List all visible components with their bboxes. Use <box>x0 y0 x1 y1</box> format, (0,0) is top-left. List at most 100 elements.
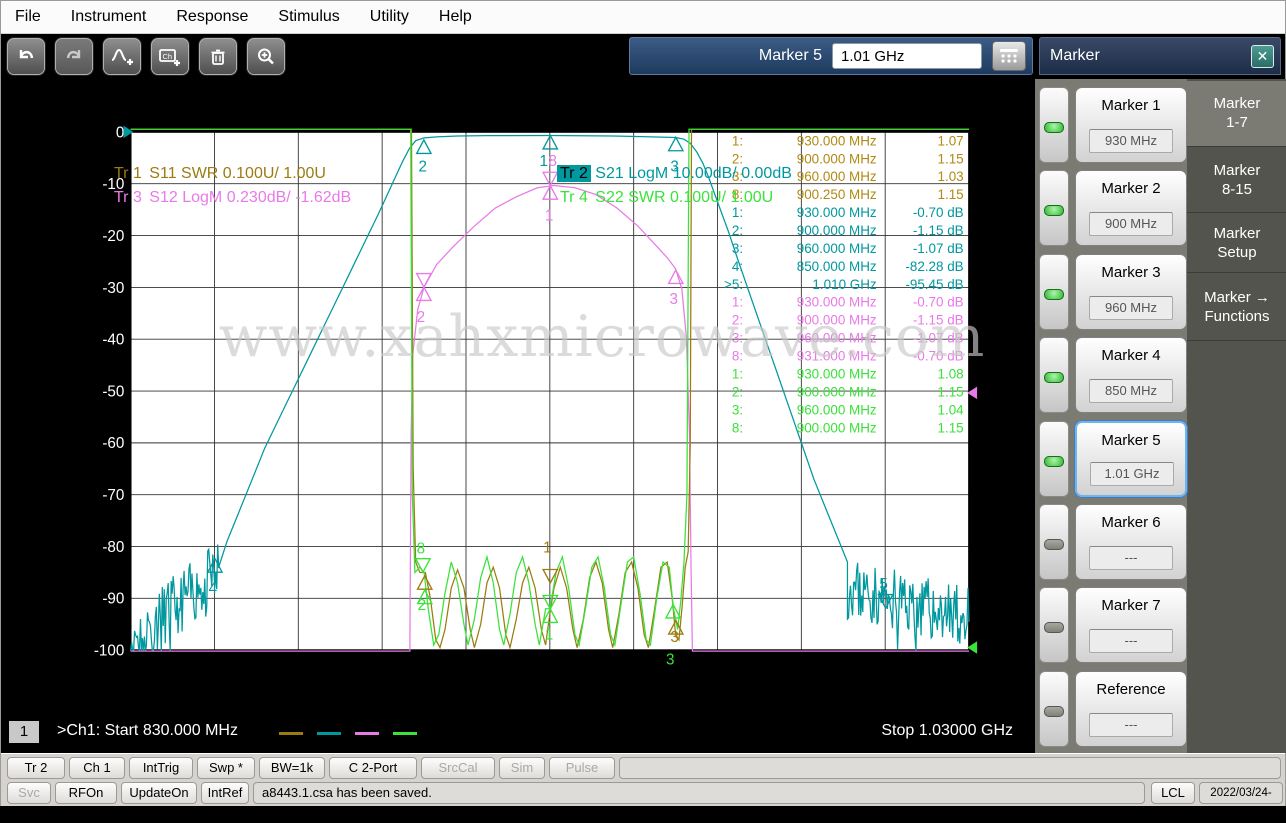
marker-3-toggle-button[interactable] <box>1039 253 1069 330</box>
marker-7-toggle-button[interactable] <box>1039 587 1069 664</box>
status-button-tr-2[interactable]: Tr 2 <box>7 757 65 779</box>
svg-text:1: 1 <box>545 626 553 643</box>
vna-window: File Instrument Response Stimulus Utility Hel… <box>0 0 1286 819</box>
led-indicator-icon <box>1044 622 1064 634</box>
svg-text:>5:: >5: <box>724 277 743 292</box>
lcl-button[interactable]: LCL <box>1151 782 1195 804</box>
softkey-value: --- <box>1089 629 1173 654</box>
marker-1-button[interactable]: Marker 1 930 MHz <box>1075 87 1187 163</box>
svg-text:3: 3 <box>670 291 678 308</box>
delete-icon[interactable] <box>199 38 237 75</box>
softkey-label: Reference <box>1096 680 1166 698</box>
legend-tr2[interactable]: Tr 2 S21 LogM 10.00dB/ 0.00dB <box>557 165 792 183</box>
marker-2-button[interactable]: Marker 2 900 MHz <box>1075 170 1187 247</box>
tab-marker-1-7[interactable]: Marker 1-7 <box>1187 81 1286 147</box>
tr2-dash-icon <box>317 732 341 735</box>
svg-text:-0.70 dB: -0.70 dB <box>913 205 964 220</box>
status-button-intref[interactable]: IntRef <box>201 782 249 804</box>
svg-text:850.000 MHz: 850.000 MHz <box>797 259 877 274</box>
led-indicator-icon <box>1044 539 1064 550</box>
svg-text:2: 2 <box>418 597 426 614</box>
marker-6-toggle-button[interactable] <box>1039 504 1069 580</box>
reference-button[interactable]: Reference --- <box>1075 670 1187 747</box>
svg-text:930.000 MHz: 930.000 MHz <box>797 366 877 381</box>
marker-5-toggle-button[interactable] <box>1039 420 1069 497</box>
status-button-c-2-port[interactable]: C 2-Port <box>329 757 417 779</box>
keypad-icon[interactable] <box>992 41 1026 71</box>
marker-4-toggle-button[interactable] <box>1039 337 1069 414</box>
svg-text:1:: 1: <box>732 295 743 310</box>
tab-marker-functions[interactable]: Marker → Functions <box>1187 275 1286 341</box>
svg-text:1:: 1: <box>732 366 743 381</box>
menu-bar: File Instrument Response Stimulus Utility Hel… <box>1 1 1285 34</box>
menu-item-utility[interactable]: Utility <box>370 8 409 26</box>
svg-text:3: 3 <box>666 652 674 669</box>
status-button-updateon[interactable]: UpdateOn <box>121 782 197 804</box>
add-trace-icon[interactable] <box>103 38 141 75</box>
status-button-sim[interactable]: Sim <box>499 757 545 779</box>
status-button-swp-[interactable]: Swp * <box>197 757 255 779</box>
channel-number-button[interactable]: 1 <box>9 721 39 743</box>
reference-toggle-button[interactable] <box>1039 670 1069 747</box>
close-icon[interactable]: ✕ <box>1251 44 1274 68</box>
redo-icon[interactable] <box>55 38 93 75</box>
status-bar: Tr 2 Ch 1 IntTrig Swp * BW=1k C 2-Port SrcCal S… <box>1 753 1285 819</box>
svg-text:1:: 1: <box>732 133 743 148</box>
menu-item-help[interactable]: Help <box>439 8 472 26</box>
menu-item-file[interactable]: File <box>15 8 41 26</box>
tab-marker-setup[interactable]: Marker Setup <box>1187 215 1286 273</box>
marker-7-button[interactable]: Marker 7 --- <box>1075 587 1187 664</box>
status-button-pulse[interactable]: Pulse <box>549 757 615 779</box>
marker-row: Marker 4 850 MHz <box>1039 337 1187 414</box>
zoom-icon[interactable] <box>247 38 285 75</box>
marker-3-button[interactable]: Marker 3 960 MHz <box>1075 253 1187 330</box>
svg-text:8: 8 <box>548 153 556 170</box>
svg-text:3: 3 <box>670 629 678 646</box>
status-button-rfon[interactable]: RFOn <box>55 782 117 804</box>
marker-4-button[interactable]: Marker 4 850 MHz <box>1075 337 1187 414</box>
tr1-dash-icon <box>279 732 303 735</box>
status-button-ch-1[interactable]: Ch 1 <box>69 757 125 779</box>
marker-row: Marker 5 1.01 GHz <box>1039 420 1187 497</box>
status-empty-field <box>619 757 1281 779</box>
menu-item-instrument[interactable]: Instrument <box>71 8 147 26</box>
status-button-srccal[interactable]: SrcCal <box>421 757 495 779</box>
svg-text:4: 4 <box>209 581 218 598</box>
marker-softkey-panel: Marker 1-7 Marker 8-15 Marker Setup Marker → Fu… <box>1035 79 1286 753</box>
legend-tr3[interactable]: Tr 3 S12 LogM 0.230dB/ -1.62dB <box>111 189 351 207</box>
svg-text:1.07: 1.07 <box>937 133 963 148</box>
menu-item-stimulus[interactable]: Stimulus <box>278 8 339 26</box>
svg-text:-1.15 dB: -1.15 dB <box>913 223 964 238</box>
add-channel-icon[interactable]: Ch <box>151 38 189 75</box>
svg-text:-0.70 dB: -0.70 dB <box>913 295 964 310</box>
tab-marker-8-15[interactable]: Marker 8-15 <box>1187 149 1286 213</box>
softkey-label: Marker 7 <box>1101 597 1161 615</box>
graph-area: 0 -10 -20 -30 -40 -50 -60 -70 -80 -90 -100 1: 930.00… <box>1 79 1035 756</box>
legend-tr1[interactable]: Tr 1 S11 SWR 0.100U/ 1.00U <box>111 165 326 183</box>
marker-1-toggle-button[interactable] <box>1039 87 1069 163</box>
status-button-inttrig[interactable]: IntTrig <box>129 757 193 779</box>
marker-5-button[interactable]: Marker 5 1.01 GHz <box>1075 420 1187 497</box>
softkey-value: --- <box>1089 546 1173 570</box>
legend-tr4[interactable]: Tr 4 S22 SWR 0.100U/ 1.00U <box>557 189 773 207</box>
softkey-label: Marker 5 <box>1101 431 1161 449</box>
svg-text:2:: 2: <box>732 313 743 328</box>
menu-item-response[interactable]: Response <box>176 8 248 26</box>
svg-text:-90: -90 <box>102 591 124 608</box>
status-button-svc[interactable]: Svc <box>7 782 51 804</box>
marker-6-button[interactable]: Marker 6 --- <box>1075 504 1187 580</box>
undo-icon[interactable] <box>7 38 45 75</box>
svg-text:-80: -80 <box>102 539 124 556</box>
svg-text:1:: 1: <box>732 205 743 220</box>
led-indicator-icon <box>1044 455 1064 467</box>
svg-text:960.000 MHz: 960.000 MHz <box>797 331 877 346</box>
marker-frequency-input[interactable] <box>832 43 982 69</box>
svg-text:1: 1 <box>540 153 548 170</box>
status-button-bw-1k[interactable]: BW=1k <box>259 757 325 779</box>
clock: 2022/03/24-10:09 <box>1199 782 1283 819</box>
svg-text:1.15: 1.15 <box>937 420 963 435</box>
marker-2-toggle-button[interactable] <box>1039 170 1069 247</box>
marker-row: Marker 7 --- <box>1039 587 1187 664</box>
svg-text:1.010 GHz: 1.010 GHz <box>812 277 877 292</box>
svg-text:900.000 MHz: 900.000 MHz <box>797 223 877 238</box>
